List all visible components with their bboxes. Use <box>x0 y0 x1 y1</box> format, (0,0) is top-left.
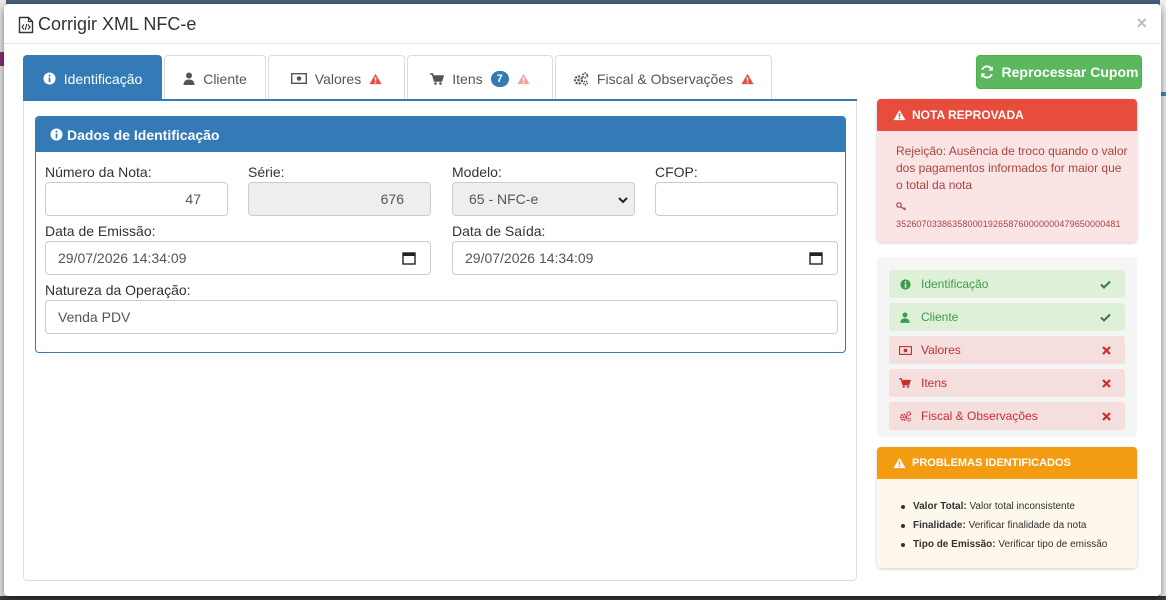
status-item-fiscal-observacoes[interactable]: Fiscal & Observações <box>889 402 1125 430</box>
info-circle-icon <box>43 72 56 85</box>
status-item-valores[interactable]: Valores <box>889 336 1125 364</box>
list-item: Finalidade: Verificar finalidade da nota <box>899 516 1107 535</box>
money-bill-icon <box>897 345 913 355</box>
data-saida-label: Data de Saída: <box>452 223 546 239</box>
problema-text: Verificar tipo de emissão <box>998 539 1108 550</box>
warning-icon <box>369 73 382 85</box>
rejeicao-message: Rejeição: Ausência de troco quando o val… <box>896 144 1128 192</box>
tab-label: Cliente <box>203 70 247 87</box>
times-icon <box>1102 410 1111 424</box>
tab-itens[interactable]: Itens 7 <box>407 55 553 101</box>
modal-header: Corrigir XML NFC-e × <box>4 4 1161 44</box>
panel-heading: Dados de Identificação <box>36 117 845 152</box>
warning-icon <box>517 73 530 85</box>
reprocessar-cupom-button[interactable]: Reprocessar Cupom <box>976 55 1142 89</box>
check-icon <box>1100 278 1111 292</box>
status-label: Itens <box>921 376 948 390</box>
chave-acesso: 3526070338635800019265876000000047965000… <box>896 219 1121 229</box>
info-circle-icon <box>897 278 913 290</box>
nota-reprovada-header: NOTA REPROVADA <box>877 99 1137 131</box>
panel-heading-text: Dados de Identificação <box>67 126 220 143</box>
numero-input[interactable] <box>45 182 228 216</box>
tab-label: Fiscal & Observações <box>596 70 734 87</box>
nota-reprovada-card: NOTA REPROVADA Rejeição: Ausência de tro… <box>877 99 1137 242</box>
shopping-cart-icon <box>897 378 913 388</box>
items-count-badge: 7 <box>490 70 509 87</box>
problema-text: Valor total inconsistente <box>969 501 1075 512</box>
serie-label: Série: <box>248 164 285 180</box>
tab-label: Itens <box>452 70 483 87</box>
problema-text: Verificar finalidade da nota <box>968 520 1087 531</box>
data-saida-value: 29/07/2026 14:34:09 <box>465 250 594 266</box>
numero-label: Número da Nota: <box>45 164 152 180</box>
close-button[interactable]: × <box>1136 13 1147 34</box>
tab-label: Valores <box>314 70 362 87</box>
times-icon <box>1102 344 1111 358</box>
user-icon <box>897 312 913 323</box>
problema-key: Finalidade: <box>913 520 966 531</box>
refresh-icon <box>980 65 994 79</box>
tab-fiscal-observacoes[interactable]: Fiscal & Observações <box>555 55 772 101</box>
tab-bar: Identificação Cliente Valores Itens 7 Fi… <box>23 55 774 101</box>
data-saida-input[interactable]: 29/07/2026 14:34:09 <box>452 241 838 275</box>
modal-title: Corrigir XML NFC-e <box>18 14 196 35</box>
list-item: Tipo de Emissão: Verificar tipo de emiss… <box>899 535 1107 554</box>
status-label: Fiscal & Observações <box>921 409 1038 423</box>
modelo-select-value: 65 - NFC-e <box>469 191 539 207</box>
cfop-label: CFOP: <box>655 164 698 180</box>
data-emissao-value: 29/07/2026 14:34:09 <box>58 250 187 266</box>
problema-key: Tipo de Emissão: <box>913 539 996 550</box>
calendar-icon[interactable] <box>402 251 416 268</box>
status-label: Cliente <box>921 310 959 324</box>
status-item-identificacao[interactable]: Identificação <box>889 270 1125 298</box>
data-emissao-label: Data de Emissão: <box>45 223 156 239</box>
background-app-footer <box>0 596 1166 600</box>
cfop-input[interactable] <box>655 182 838 216</box>
problemas-list: Valor Total: Valor total inconsistente F… <box>899 497 1107 554</box>
status-item-cliente[interactable]: Cliente <box>889 303 1125 331</box>
reprocessar-cupom-label: Reprocessar Cupom <box>1001 64 1139 80</box>
serie-input[interactable] <box>248 182 431 216</box>
info-circle-icon <box>50 128 63 141</box>
shopping-cart-icon <box>430 72 445 85</box>
chevron-down-icon <box>618 193 628 209</box>
warning-icon <box>741 73 754 85</box>
list-item: Valor Total: Valor total inconsistente <box>899 497 1107 516</box>
status-label: Valores <box>921 343 961 357</box>
modal-dialog: Corrigir XML NFC-e × Identificação Clien… <box>4 4 1161 596</box>
money-bill-icon <box>290 73 307 84</box>
check-icon <box>1100 311 1111 325</box>
cogs-icon <box>897 410 913 422</box>
tab-valores[interactable]: Valores <box>268 55 405 101</box>
data-emissao-input[interactable]: 29/07/2026 14:34:09 <box>45 241 431 275</box>
tab-cliente[interactable]: Cliente <box>164 55 266 101</box>
tab-label: Identificação <box>63 70 143 87</box>
calendar-icon[interactable] <box>809 251 823 268</box>
modal-title-text: Corrigir XML NFC-e <box>38 14 197 34</box>
problemas-card: PROBLEMAS IDENTIFICADOS Valor Total: Val… <box>877 447 1137 568</box>
problemas-title: PROBLEMAS IDENTIFICADOS <box>912 457 1071 469</box>
status-label: Identificação <box>921 277 989 291</box>
status-item-itens[interactable]: Itens <box>889 369 1125 397</box>
problemas-header: PROBLEMAS IDENTIFICADOS <box>877 447 1137 479</box>
modelo-select[interactable]: 65 - NFC-e <box>452 182 635 216</box>
key-icon <box>896 199 907 214</box>
problema-key: Valor Total: <box>913 501 967 512</box>
warning-icon <box>893 109 906 121</box>
cogs-icon <box>573 71 589 86</box>
identificacao-panel: Dados de Identificação Número da Nota: S… <box>35 116 846 353</box>
user-icon <box>183 72 195 85</box>
file-code-icon <box>18 16 34 34</box>
modelo-label: Modelo: <box>452 164 502 180</box>
status-list: Identificação Cliente Valores Itens Fisc… <box>877 257 1137 437</box>
natureza-input[interactable] <box>45 300 838 334</box>
natureza-label: Natureza da Operação: <box>45 282 191 298</box>
tab-identificacao[interactable]: Identificação <box>23 55 162 101</box>
nota-reprovada-title: NOTA REPROVADA <box>912 108 1024 122</box>
tab-content: Dados de Identificação Número da Nota: S… <box>23 101 857 581</box>
warning-icon <box>893 457 906 469</box>
times-icon <box>1102 377 1111 391</box>
